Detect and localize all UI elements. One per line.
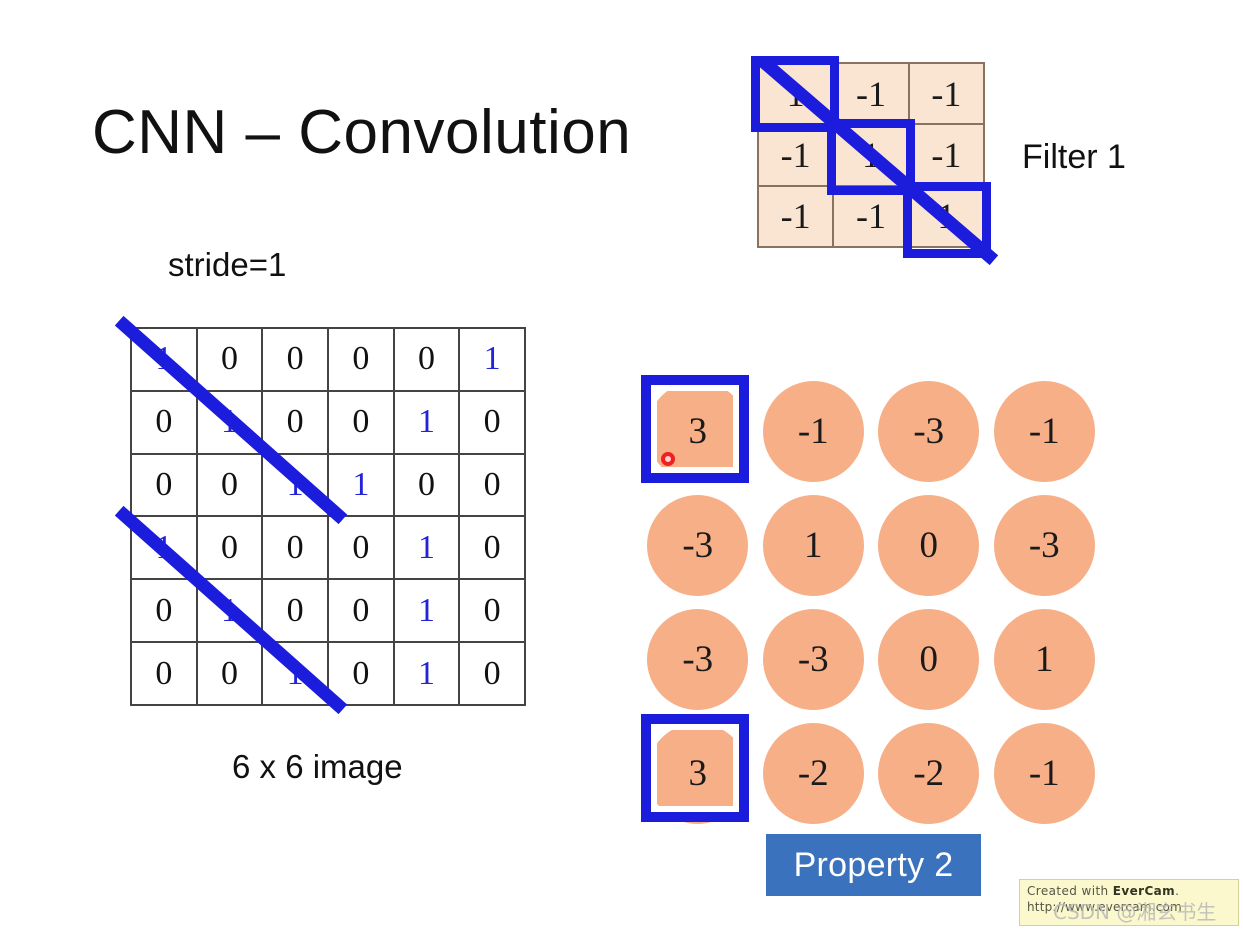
filter-highlight-box-0 [751,56,839,132]
feature-map-grid: 3 -1 -3 -1 -3 1 0 -3 -3 -3 0 1 3 -2 -2 -1 [640,375,1102,830]
image-cell: 0 [328,329,395,392]
feature-map-cell: 3 [640,375,756,489]
filter-cell: -1 [909,64,985,126]
feature-map-value: 3 [647,722,749,824]
filter-container: 1 -1 -1 -1 1 -1 -1 -1 1 [751,56,999,266]
image-cell: 1 [328,454,395,518]
image-cell: 0 [460,580,526,644]
feature-map-cell: -2 [871,716,987,830]
image-cell: 0 [263,391,329,455]
image-cell: 1 [197,391,264,455]
image-cell: 0 [263,329,329,392]
feature-map-value: -2 [762,722,864,824]
image-cell: 0 [328,580,395,644]
csdn-watermark: CSDN @湘玄书生 [1053,900,1217,924]
filter-cell: -1 [834,64,910,126]
feature-map-cell: -3 [987,489,1103,603]
image-cell: 0 [328,391,395,455]
slide-canvas: CNN – Convolution stride=1 1000010100100… [0,0,1243,931]
filter-cell: -1 [759,125,835,187]
image-cell: 1 [197,580,264,644]
image-cell: 0 [197,517,264,581]
feature-map-cell: 0 [871,489,987,603]
feature-map-value: -3 [993,495,1095,597]
image-cell: 1 [132,517,198,581]
feature-map-cell: -3 [756,603,872,717]
filter-cell: -1 [759,186,835,248]
feature-map-value: -1 [993,381,1095,483]
feature-map-value: 0 [878,608,980,710]
image-cell: 0 [460,454,526,518]
image-cell: 0 [132,580,198,644]
feature-map-value: -3 [647,608,749,710]
filter-highlight-box-1 [827,119,915,195]
image-cell: 0 [460,517,526,581]
feature-map-value: -3 [878,381,980,483]
image-cell: 1 [394,391,461,455]
image-matrix-grid: 100001010010001100100010010010001010 [130,327,526,706]
filter-highlight-box-2 [903,182,991,258]
feature-map-cell: -1 [987,375,1103,489]
feature-map-cell: 1 [987,603,1103,717]
feature-map-cell: -3 [871,375,987,489]
feature-map-cell: -3 [640,489,756,603]
stride-label: stride=1 [168,246,287,283]
image-cell: 0 [328,643,395,706]
filter-cell: -1 [834,186,910,248]
feature-map-cell: -1 [756,375,872,489]
feature-map-value: 1 [993,608,1095,710]
feature-map-value: -1 [993,722,1095,824]
image-cell: 0 [460,643,526,706]
image-cell: 0 [197,643,264,706]
image-cell: 0 [132,391,198,455]
image-cell: 0 [394,329,461,392]
property-tag: Property 2 [766,834,981,896]
image-cell: 1 [263,643,329,706]
feature-map-value: -3 [647,495,749,597]
feature-map-value: 3 [647,381,749,483]
feature-map-value: 1 [762,495,864,597]
feature-map-value: -3 [762,608,864,710]
feature-map-cell: -2 [756,716,872,830]
pointer-dot-icon [661,452,675,466]
feature-map-cell: -3 [640,603,756,717]
filter-label: Filter 1 [1022,138,1126,176]
image-cell: 1 [132,329,198,392]
filter-cell: -1 [909,125,985,187]
feature-map-value: -1 [762,381,864,483]
feature-map-cell: -1 [987,716,1103,830]
feature-map-cell: 1 [756,489,872,603]
image-cell: 0 [263,517,329,581]
image-cell: 1 [394,580,461,644]
image-caption: 6 x 6 image [232,748,403,785]
image-cell: 0 [328,517,395,581]
feature-map-value: -2 [878,722,980,824]
image-cell: 0 [197,329,264,392]
feature-map-cell: 3 [640,716,756,830]
image-cell: 0 [263,580,329,644]
image-cell: 1 [394,517,461,581]
image-cell: 1 [263,454,329,518]
image-cell: 0 [132,643,198,706]
image-cell: 1 [460,329,526,392]
image-cell: 0 [460,391,526,455]
feature-map-value: 0 [878,495,980,597]
image-cell: 1 [394,643,461,706]
feature-map-cell: 0 [871,603,987,717]
image-cell: 0 [132,454,198,518]
image-cell: 0 [394,454,461,518]
page-title: CNN – Convolution [92,98,632,167]
image-cell: 0 [197,454,264,518]
